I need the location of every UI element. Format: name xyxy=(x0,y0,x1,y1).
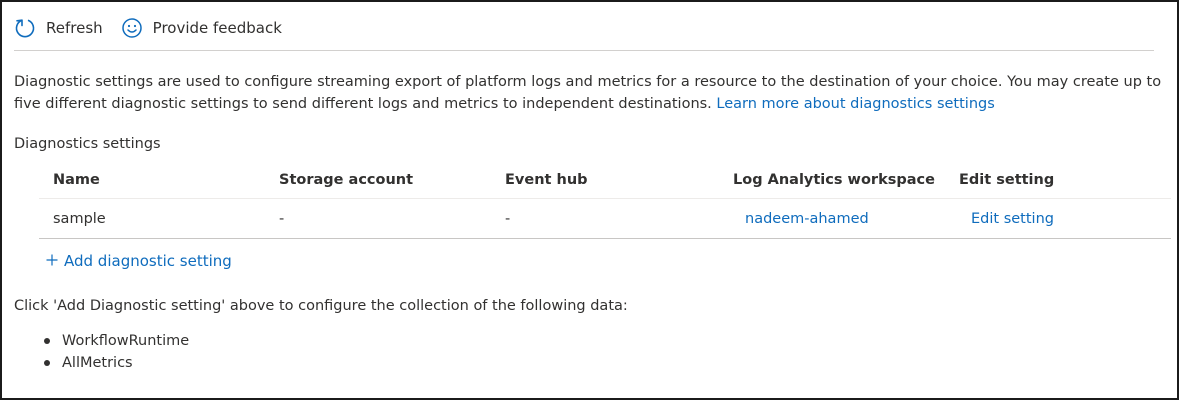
instruction-text: Click 'Add Diagnostic setting' above to … xyxy=(14,298,628,314)
refresh-icon xyxy=(14,17,36,39)
list-item-label: AllMetrics xyxy=(62,355,133,371)
edit-setting-link[interactable]: Edit setting xyxy=(971,199,1054,239)
bullet-icon xyxy=(44,338,50,344)
provide-feedback-button[interactable]: Provide feedback xyxy=(121,14,282,42)
list-item: WorkflowRuntime xyxy=(32,330,189,352)
column-header-name: Name xyxy=(53,172,100,188)
list-item: AllMetrics xyxy=(32,352,189,374)
learn-more-link[interactable]: Learn more about diagnostics settings xyxy=(716,96,994,112)
diagnostic-settings-table: Name Storage account Event hub Log Analy… xyxy=(39,162,1171,239)
add-diagnostic-setting-label: Add diagnostic setting xyxy=(64,252,232,270)
list-item-label: WorkflowRuntime xyxy=(62,333,190,349)
section-title: Diagnostics settings xyxy=(14,136,161,152)
add-diagnostic-setting-button[interactable]: Add diagnostic setting xyxy=(46,252,232,270)
provide-feedback-label: Provide feedback xyxy=(152,19,282,37)
table-header: Name Storage account Event hub Log Analy… xyxy=(39,162,1171,199)
smiley-icon xyxy=(121,17,143,39)
table-row: sample - - nadeem-ahamed Edit setting xyxy=(39,199,1171,239)
column-header-storage-account: Storage account xyxy=(279,172,414,188)
column-header-edit-setting: Edit setting xyxy=(959,172,1055,188)
description: Diagnostic settings are used to configur… xyxy=(14,71,1164,115)
diagnostic-settings-panel: Refresh Provide feedback Diagnostic sett… xyxy=(0,0,1179,400)
log-analytics-workspace-link[interactable]: nadeem-ahamed xyxy=(745,199,869,239)
refresh-label: Refresh xyxy=(46,19,103,37)
cell-event-hub: - xyxy=(505,211,511,227)
bullet-icon xyxy=(44,360,50,366)
column-header-event-hub: Event hub xyxy=(505,172,588,188)
column-header-log-analytics-workspace: Log Analytics workspace xyxy=(733,172,935,188)
plus-icon xyxy=(46,252,58,270)
toolbar: Refresh Provide feedback xyxy=(14,14,1154,51)
data-list: WorkflowRuntime AllMetrics xyxy=(32,330,189,374)
cell-storage-account: - xyxy=(279,211,285,227)
cell-name: sample xyxy=(53,211,106,227)
refresh-button[interactable]: Refresh xyxy=(14,14,103,42)
